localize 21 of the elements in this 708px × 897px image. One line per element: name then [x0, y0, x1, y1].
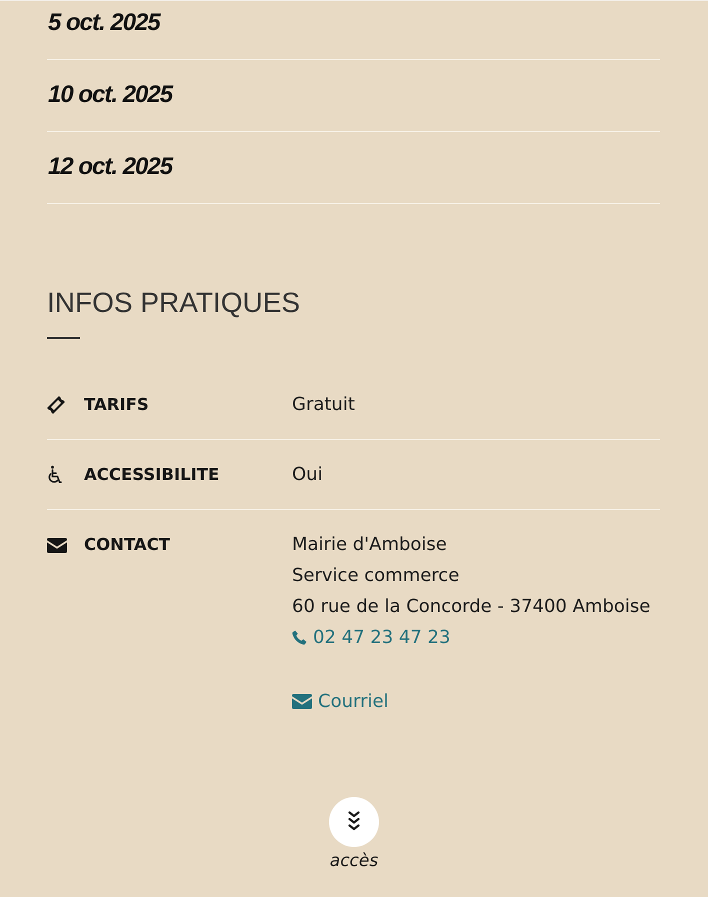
contact-line: 60 rue de la Concorde - 37400 Amboise — [292, 595, 650, 619]
contact-line: Mairie d'Amboise — [292, 533, 448, 557]
info-label: TARIFS — [84, 394, 149, 416]
date-text: 10 oct. 2025 — [48, 81, 172, 109]
date-text: 12 oct. 2025 — [48, 153, 172, 181]
date-text: 5 oct. 2025 — [48, 9, 160, 37]
phone-icon — [292, 630, 307, 645]
info-value: Gratuit — [292, 393, 355, 417]
info-value: Oui — [292, 463, 323, 487]
section-heading: INFOS PRATIQUES — [47, 286, 300, 320]
ticket-icon — [47, 396, 65, 414]
contact-line: Service commerce — [292, 564, 460, 588]
wheelchair-icon — [47, 465, 62, 485]
email-link[interactable]: Courriel — [292, 686, 389, 717]
envelope-icon — [47, 538, 67, 552]
phone-link[interactable]: 02 47 23 47 23 — [292, 622, 450, 653]
info-label: ACCESSIBILITE — [84, 464, 220, 486]
access-link[interactable]: accès — [329, 797, 379, 873]
info-label: CONTACT — [84, 534, 170, 556]
triple-chevron-down-icon — [329, 797, 379, 847]
envelope-icon — [292, 694, 312, 709]
